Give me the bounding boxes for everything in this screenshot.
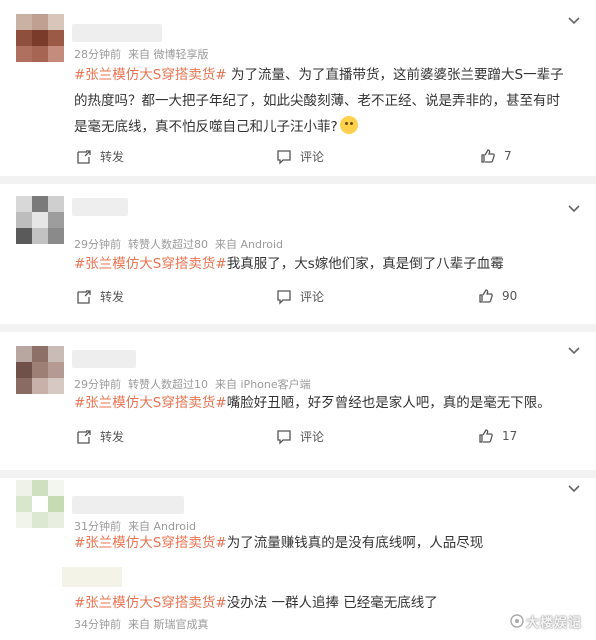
like-button[interactable]: 17 [478, 428, 517, 444]
divider [0, 470, 596, 478]
comment-body: #张兰模仿大S穿搭卖货# 为了流量、为了直播带货，这前婆婆张兰要蹭大S一辈子的热… [74, 67, 564, 135]
chevron-down-icon[interactable] [566, 342, 582, 358]
username-blurred[interactable] [72, 24, 162, 42]
action-bar: 转发 评论 17 [0, 428, 596, 448]
chevron-down-icon[interactable] [566, 200, 582, 216]
comment-card-2: 29分钟前 转赞人数超过80 来自 Android #张兰模仿大S穿搭卖货#我真… [0, 184, 596, 324]
username-blurred[interactable] [72, 496, 184, 514]
avatar[interactable] [16, 480, 64, 528]
comment-card-3: 29分钟前 转赞人数超过10 来自 iPhone客户端 #张兰模仿大S穿搭卖货#… [0, 332, 596, 470]
comment-button[interactable]: 评论 [276, 148, 324, 165]
comment-meta: 28分钟前 来自 微博轻享版 [74, 48, 209, 61]
divider [0, 176, 596, 184]
action-bar: 转发 评论 7 [0, 148, 596, 168]
comment-icon [277, 429, 291, 445]
like-button[interactable]: 7 [480, 148, 512, 164]
like-button[interactable]: 90 [478, 288, 517, 304]
username-blurred[interactable] [72, 198, 128, 216]
thumbs-up-icon [479, 289, 493, 303]
forward-button[interactable]: 转发 [76, 148, 124, 165]
comment-icon [277, 149, 291, 165]
hashtag-link[interactable]: #张兰模仿大S穿搭卖货# [74, 535, 227, 551]
sad-face-emoji-icon [339, 116, 358, 134]
hashtag-link[interactable]: #张兰模仿大S穿搭卖货# [74, 395, 227, 411]
comment-icon [277, 289, 291, 305]
comment-button[interactable]: 评论 [276, 288, 324, 305]
thumbs-up-icon [481, 149, 495, 163]
reply-meta: 34分钟前 来自 斯瑞官成真 [74, 618, 209, 631]
forward-button[interactable]: 转发 [76, 428, 124, 445]
avatar[interactable] [16, 196, 64, 244]
forward-icon [77, 289, 91, 304]
hashtag-link[interactable]: #张兰模仿大S穿搭卖货# [74, 256, 227, 272]
comment-body: #张兰模仿大S穿搭卖货#我真服了，大s嫁他们家，真是倒了八辈子血霉 [74, 256, 504, 272]
avatar[interactable] [16, 14, 64, 62]
thumbs-up-icon [479, 429, 493, 443]
chevron-down-icon[interactable] [566, 12, 582, 28]
comment-meta: 29分钟前 转赞人数超过80 来自 Android [74, 238, 284, 251]
reply-username-blurred[interactable] [62, 567, 122, 587]
chevron-down-icon[interactable] [566, 480, 582, 496]
forward-icon [77, 149, 91, 164]
reply-body: #张兰模仿大S穿搭卖货#没办法 一群人追捧 已经毫无底线了 [74, 595, 438, 611]
comment-body: #张兰模仿大S穿搭卖货#为了流量赚钱真的是没有底线啊，人品尽现 [74, 535, 484, 551]
username-blurred[interactable] [72, 350, 136, 368]
comment-button[interactable]: 评论 [276, 428, 324, 445]
hashtag-link[interactable]: #张兰模仿大S穿搭卖货# [74, 595, 227, 611]
watermark-logo-icon [510, 614, 524, 628]
action-bar: 转发 评论 90 [0, 288, 596, 308]
forward-icon [77, 429, 91, 444]
forward-button[interactable]: 转发 [76, 288, 124, 305]
avatar[interactable] [16, 346, 64, 394]
divider [0, 324, 596, 332]
comment-card-1: 28分钟前 来自 微博轻享版 #张兰模仿大S穿搭卖货# 为了流量、为了直播带货，… [0, 0, 596, 176]
comment-body: #张兰模仿大S穿搭卖货#嘴脸好丑陋，好歹曾经也是家人吧，真的是毫无下限。 [74, 395, 551, 411]
hashtag-link[interactable]: #张兰模仿大S穿搭卖货# [74, 67, 227, 83]
watermark-text: 大楼娱记 [525, 616, 582, 631]
